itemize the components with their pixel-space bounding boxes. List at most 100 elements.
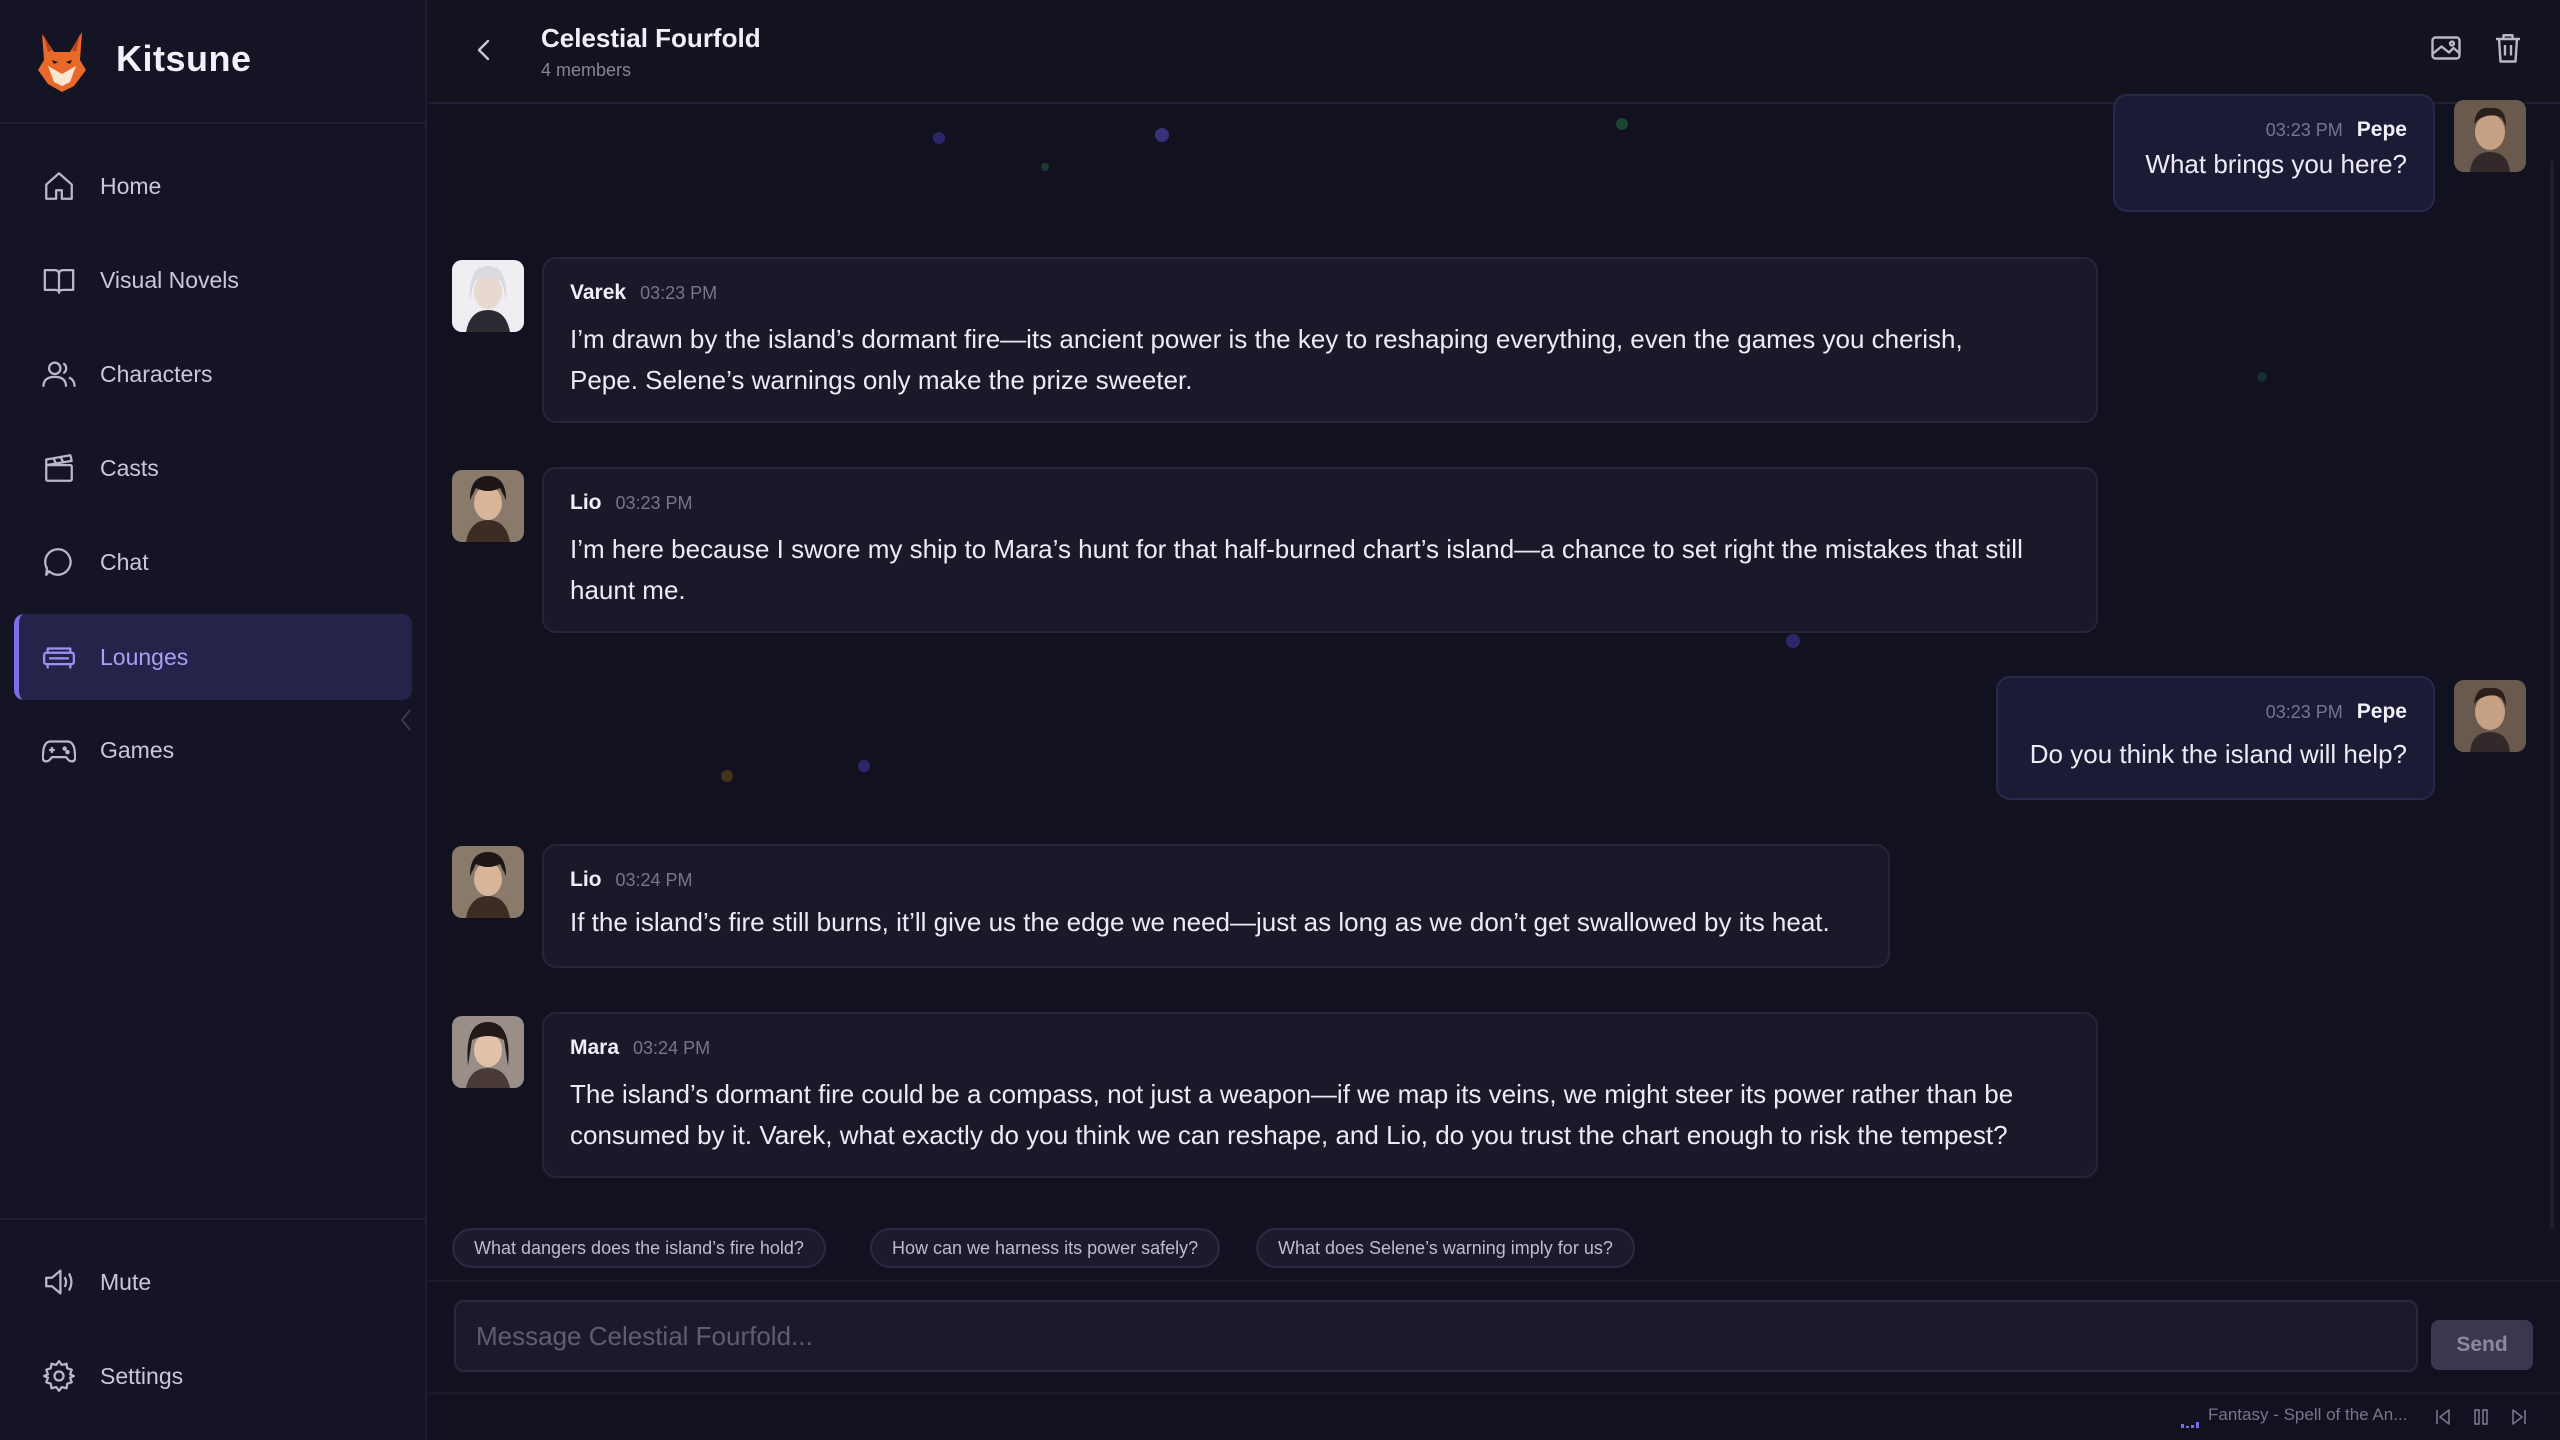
message-time: 03:23 PM xyxy=(640,283,718,303)
avatar-lio[interactable] xyxy=(452,846,524,918)
suggestion-chip[interactable]: What does Selene’s warning imply for us? xyxy=(1256,1228,1635,1268)
home-icon xyxy=(45,172,73,200)
sidebar-item-label: Home xyxy=(100,172,162,199)
message-meta: Varek 03:23 PM xyxy=(570,281,717,305)
sidebar-divider xyxy=(0,1218,425,1220)
sidebar-item-casts[interactable]: Casts xyxy=(14,425,412,511)
avatar-lio[interactable] xyxy=(452,470,524,542)
next-track-icon[interactable] xyxy=(2508,1406,2530,1428)
member-count: 4 members xyxy=(541,60,632,80)
message-author: Lio xyxy=(570,491,602,514)
message-meta: Lio 03:24 PM xyxy=(570,868,693,892)
chat-bubble-icon xyxy=(44,548,72,576)
message-bubble: Lio 03:24 PM If the island’s fire still … xyxy=(542,844,1890,968)
ambient-particle xyxy=(2257,372,2267,382)
message-author: Varek xyxy=(570,281,627,304)
message-author: Pepe xyxy=(2356,118,2407,141)
back-arrow-icon[interactable] xyxy=(464,30,504,70)
pause-icon[interactable] xyxy=(2470,1406,2492,1428)
avatar-varek[interactable] xyxy=(452,260,524,332)
sidebar-item-settings[interactable]: Settings xyxy=(14,1333,412,1419)
sidebar: Kitsune Home Visual Novels Characters Ca… xyxy=(0,0,427,1440)
avatar-pepe[interactable] xyxy=(2454,100,2526,172)
users-icon xyxy=(42,361,76,387)
sidebar-item-label: Games xyxy=(100,736,175,763)
message-text: The island’s dormant fire could be a com… xyxy=(570,1074,2013,1156)
message-time: 03:23 PM xyxy=(2265,120,2343,140)
avatar-pepe[interactable] xyxy=(2454,680,2526,752)
message-author: Pepe xyxy=(2356,700,2407,723)
message-line: Pepe. Selene’s warnings only make the pr… xyxy=(570,365,1193,395)
sidebar-item-characters[interactable]: Characters xyxy=(14,331,412,417)
avatar-mara[interactable] xyxy=(452,1016,524,1088)
message-bubble-user: 03:23 PM Pepe Do you think the island wi… xyxy=(1996,676,2435,800)
message-list[interactable]: 03:23 PM Pepe What brings you here? Vare… xyxy=(428,94,2560,1204)
sidebar-item-chat[interactable]: Chat xyxy=(14,519,412,605)
message-time: 03:24 PM xyxy=(615,870,693,890)
avatar-lio-image xyxy=(452,846,524,918)
gear-icon xyxy=(42,1359,76,1393)
sidebar-item-label: Mute xyxy=(100,1268,152,1295)
music-player: Fantasy - Spell of the An... xyxy=(428,1394,2560,1440)
suggestion-chip[interactable]: What dangers does the island’s fire hold… xyxy=(452,1228,826,1268)
message-bubble: Varek 03:23 PM I’m drawn by the island’s… xyxy=(542,257,2098,423)
message-time: 03:23 PM xyxy=(615,493,693,513)
message-line: I’m here because I swore my ship to Mara… xyxy=(570,534,2023,564)
collapse-sidebar-icon[interactable] xyxy=(398,706,414,734)
avatar-pepe-image xyxy=(2454,680,2526,752)
gamepad-icon xyxy=(42,740,76,763)
message-line: haunt me. xyxy=(570,575,686,605)
message-meta: 03:23 PM Pepe xyxy=(2266,118,2407,142)
message-text: Do you think the island will help? xyxy=(2029,739,2407,769)
ambient-particle xyxy=(933,132,945,144)
sidebar-item-mute[interactable]: Mute xyxy=(14,1239,412,1325)
avatar-varek-image xyxy=(452,260,524,332)
ambient-particle xyxy=(1616,118,1628,130)
message-text: I’m here because I swore my ship to Mara… xyxy=(570,529,2023,611)
scrollbar[interactable] xyxy=(2550,160,2554,1230)
sidebar-item-label: Settings xyxy=(100,1362,184,1389)
sidebar-item-games[interactable]: Games xyxy=(14,707,412,793)
message-bubble: Lio 03:23 PM I’m here because I swore my… xyxy=(542,467,2098,633)
message-author: Lio xyxy=(570,868,602,891)
trash-icon[interactable] xyxy=(2490,30,2526,66)
sidebar-item-home[interactable]: Home xyxy=(14,143,412,229)
sofa-icon xyxy=(42,647,76,669)
equalizer-icon xyxy=(2181,1422,2199,1428)
app-name: Kitsune xyxy=(116,38,252,79)
sidebar-item-label: Chat xyxy=(100,548,149,575)
message-time: 03:23 PM xyxy=(2265,702,2343,722)
sidebar-item-label: Characters xyxy=(100,360,213,387)
message-line: consumed by it. Varek, what exactly do y… xyxy=(570,1120,2008,1150)
message-text: What brings you here? xyxy=(2145,149,2407,179)
composer-divider xyxy=(428,1280,2560,1282)
fox-logo-icon xyxy=(38,32,86,92)
image-gallery-icon[interactable] xyxy=(2428,30,2464,66)
ambient-particle xyxy=(1155,128,1169,142)
message-line: The island’s dormant fire could be a com… xyxy=(570,1079,2014,1109)
page-title: Celestial Fourfold xyxy=(541,23,761,53)
sidebar-item-label: Casts xyxy=(100,454,159,481)
sidebar-item-label: Visual Novels xyxy=(100,266,239,293)
message-meta: Mara 03:24 PM xyxy=(570,1036,710,1060)
previous-track-icon[interactable] xyxy=(2432,1406,2454,1428)
ambient-particle xyxy=(721,770,733,782)
sidebar-item-lounges[interactable]: Lounges xyxy=(14,614,412,700)
send-button[interactable]: Send xyxy=(2431,1320,2533,1370)
lounge-chat: Celestial Fourfold 4 members 03:23 PM Pe… xyxy=(428,0,2560,1440)
message-line: I’m drawn by the island’s dormant fire—i… xyxy=(570,324,1963,354)
book-icon xyxy=(43,268,75,294)
brand[interactable]: Kitsune xyxy=(0,0,425,124)
avatar-mara-image xyxy=(452,1016,524,1088)
sidebar-item-visual-novels[interactable]: Visual Novels xyxy=(14,237,412,323)
message-meta: Lio 03:23 PM xyxy=(570,491,693,515)
speaker-icon xyxy=(45,1269,73,1295)
clapperboard-icon xyxy=(45,454,73,482)
suggestion-chip[interactable]: How can we harness its power safely? xyxy=(870,1228,1221,1268)
avatar-lio-image xyxy=(452,470,524,542)
message-text: If the island’s fire still burns, it’ll … xyxy=(570,907,1830,937)
chat-header: Celestial Fourfold 4 members xyxy=(428,0,2560,104)
message-input[interactable] xyxy=(454,1300,2418,1372)
message-bubble-user: 03:23 PM Pepe What brings you here? xyxy=(2113,94,2435,212)
sidebar-item-label: Lounges xyxy=(100,643,189,670)
